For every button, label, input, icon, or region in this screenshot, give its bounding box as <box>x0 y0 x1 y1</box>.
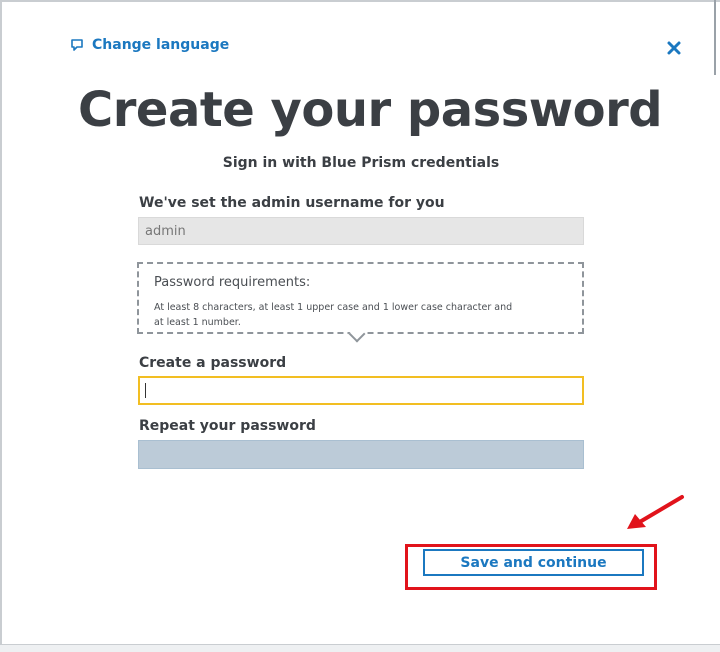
change-language-label: Change language <box>92 37 230 53</box>
window-frame-left <box>0 0 2 652</box>
save-and-continue-button[interactable]: Save and continue <box>423 549 644 576</box>
page-title: Create your password <box>78 82 663 138</box>
username-field: admin <box>138 217 584 245</box>
text-caret <box>145 383 146 398</box>
username-label: We've set the admin username for you <box>139 195 445 211</box>
page-subtitle: Sign in with Blue Prism credentials <box>222 155 500 171</box>
create-password-label: Create a password <box>139 355 287 371</box>
annotation-arrow-icon <box>627 495 684 529</box>
dialog: Change language Create your password Sig… <box>0 0 720 652</box>
change-language-link[interactable]: Change language <box>70 37 229 53</box>
chat-bubble-icon <box>71 39 83 51</box>
create-password-input[interactable] <box>138 376 584 405</box>
requirements-title: Password requirements: <box>154 275 311 290</box>
repeat-password-label: Repeat your password <box>139 418 316 434</box>
password-requirements-tooltip: Password requirements: At least 8 charac… <box>137 262 584 343</box>
window-frame-bottom <box>0 644 720 652</box>
window-frame-top <box>0 0 720 2</box>
window-frame-right <box>714 0 716 75</box>
requirements-text: At least 8 characters, at least 1 upper … <box>154 302 513 328</box>
repeat-password-input[interactable] <box>138 440 584 469</box>
close-icon[interactable] <box>664 38 684 58</box>
